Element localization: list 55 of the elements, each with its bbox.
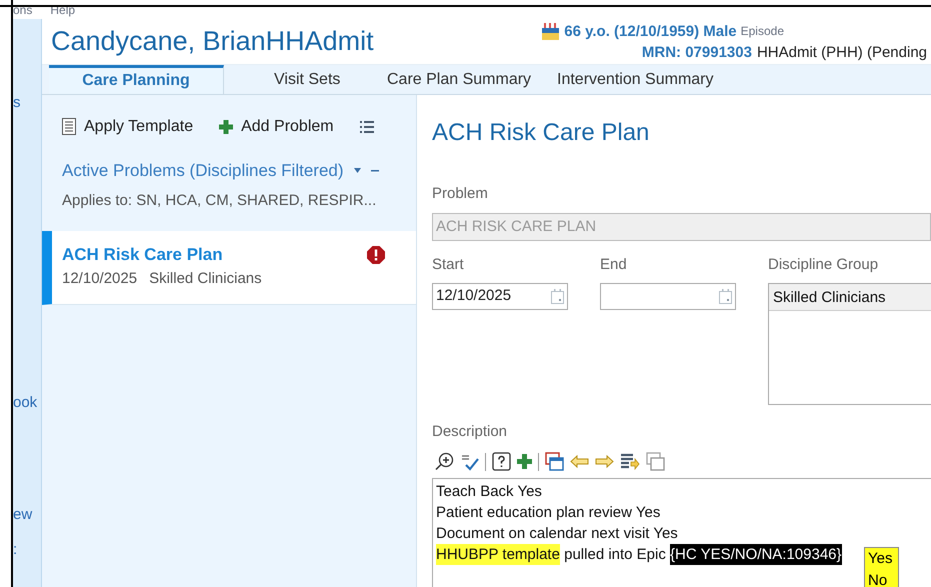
- problem-date: 12/10/2025: [62, 268, 138, 288]
- highlighted-text: HHUBPP template: [436, 544, 560, 564]
- popup-option[interactable]: Yes: [868, 548, 895, 570]
- template-icon: [62, 118, 76, 135]
- field-label: Discipline Group: [768, 254, 880, 274]
- window-icon[interactable]: [545, 452, 564, 471]
- description-line: Document on calendar next visit Yes: [436, 524, 678, 544]
- nav-item[interactable]: ook: [13, 392, 38, 414]
- zoom-in-icon[interactable]: [435, 452, 454, 471]
- description-editor[interactable]: Teach Back Yes Patient education plan review Yes Document on calendar next visit Yes HHUBPP template pulled into Epic {HC YES/NO/NA:109346} Yes No: [432, 478, 931, 587]
- applies-to-text: Applies to: SN, HCA, CM, SHARED, RESPIR...: [61, 190, 378, 210]
- patient-age: 66 y.o. (12/10/1959) Male: [564, 22, 737, 42]
- nav-item[interactable]: :: [13, 539, 18, 562]
- episode-label: Episode: [740, 22, 784, 40]
- problem-name: ACH Risk Care Plan: [62, 244, 224, 266]
- discipline-list[interactable]: Skilled Clinicians: [768, 283, 931, 405]
- popup-option[interactable]: No: [868, 570, 895, 587]
- right-arrow-icon[interactable]: [595, 454, 614, 469]
- tab[interactable]: Visit Sets: [224, 65, 381, 94]
- left-arrow-icon[interactable]: [570, 454, 589, 469]
- description-text: pulled into Epic: [563, 544, 667, 564]
- patient-name: Candycane, BrianHHAdmit: [51, 25, 374, 58]
- birthday-cake-icon: [541, 22, 560, 40]
- toolbar-button[interactable]: Add Problem: [219, 114, 334, 138]
- nav-item[interactable]: s: [13, 92, 20, 114]
- collapse-icon[interactable]: [370, 170, 379, 172]
- care-plan-title: ACH Risk Care Plan: [432, 118, 650, 148]
- problem-card[interactable]: ACH Risk Care Plan 12/10/2025 Skilled Clinicians: [42, 231, 416, 305]
- help-icon[interactable]: [492, 452, 511, 471]
- add-icon: [219, 120, 234, 134]
- field-label: Problem: [432, 184, 489, 204]
- tab[interactable]: Care Planning: [49, 65, 224, 94]
- description-line: Teach Back Yes: [436, 482, 542, 502]
- dropdown-icon[interactable]: [354, 168, 361, 174]
- encounter-info: HHAdmit (PHH) (Pending: [756, 42, 927, 62]
- end-date-field[interactable]: [600, 283, 736, 310]
- tab[interactable]: Care Plan Summary: [381, 65, 551, 94]
- description-line: Patient education plan review Yes: [436, 502, 660, 522]
- smarttext-field[interactable]: {HC YES/NO/NA:109346}: [670, 544, 842, 564]
- field-label: End: [600, 254, 628, 274]
- list-item[interactable]: Skilled Clinicians: [769, 284, 931, 311]
- tab[interactable]: Intervention Summary: [551, 65, 741, 94]
- list-menu-icon[interactable]: [360, 120, 374, 132]
- add-icon[interactable]: [517, 454, 532, 469]
- patient-mrn: MRN: 07991303: [642, 42, 752, 62]
- field-label: Description: [432, 422, 508, 442]
- list-arrow-icon[interactable]: [620, 453, 640, 470]
- windows-icon[interactable]: [646, 452, 665, 471]
- section-heading: Active Problems (Disciplines Filtered): [62, 160, 344, 182]
- problem-discipline: Skilled Clinicians: [149, 268, 262, 288]
- start-date-field[interactable]: 12/10/2025: [432, 283, 568, 310]
- field-label: Start: [432, 254, 465, 274]
- toolbar-button[interactable]: Apply Template: [62, 114, 194, 138]
- menu-item[interactable]: ons: [13, 2, 32, 19]
- nav-item[interactable]: ew: [13, 504, 32, 526]
